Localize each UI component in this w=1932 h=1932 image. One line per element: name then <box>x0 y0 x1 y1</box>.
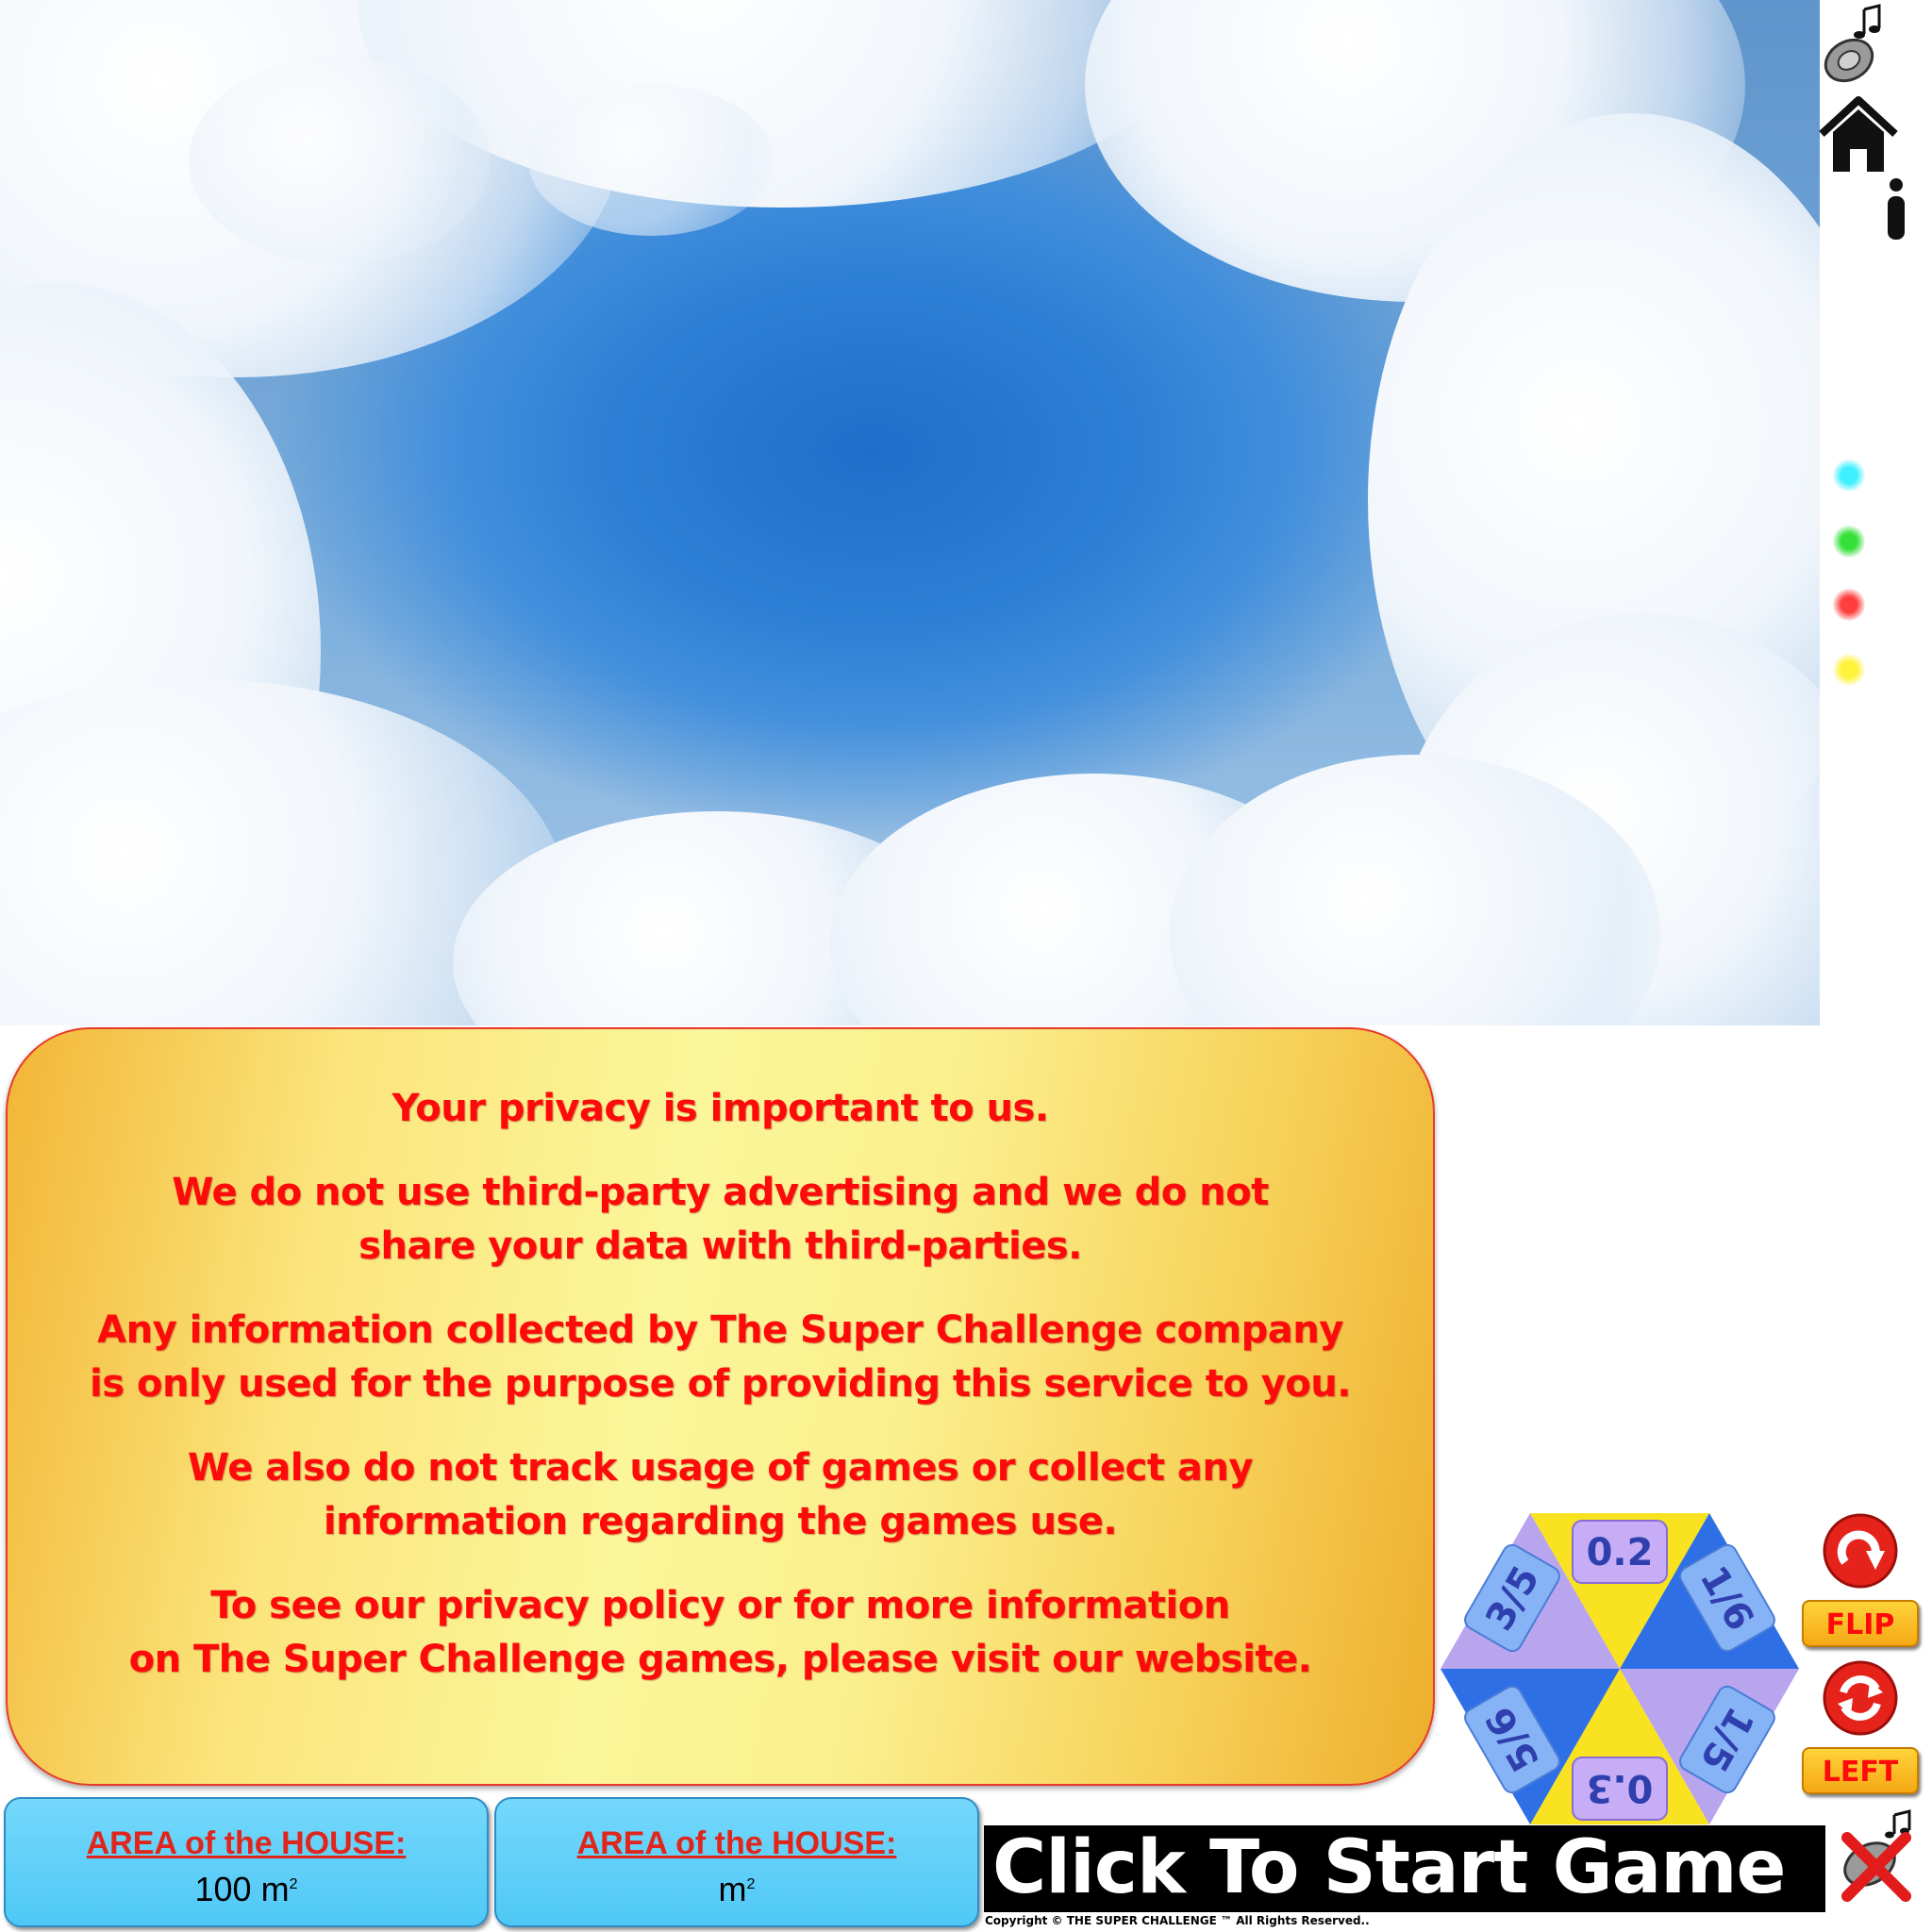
area-label: AREA of the HOUSE: <box>576 1825 897 1861</box>
privacy-paragraph-5: To see our privacy policy or for more in… <box>128 1583 1312 1681</box>
area-unit-power: 2 <box>746 1876 756 1892</box>
status-dot-green <box>1833 525 1865 558</box>
status-dot-red <box>1833 589 1865 621</box>
privacy-paragraph-3: Any information collected by The Super C… <box>90 1307 1351 1406</box>
home-icon[interactable] <box>1818 94 1899 175</box>
sky-background <box>0 0 1820 1025</box>
status-dot-cyan <box>1833 459 1865 491</box>
music-speaker-icon[interactable] <box>1821 2 1896 89</box>
area-value: 100 m2 <box>6 1870 487 1909</box>
area-unit-power: 2 <box>289 1876 298 1892</box>
spinner-tile-bottom: 0.3 <box>1572 1757 1668 1821</box>
rotate-left-icon[interactable] <box>1823 1660 1898 1736</box>
rotate-flip-icon[interactable] <box>1823 1513 1898 1589</box>
area-value: m2 <box>496 1870 977 1909</box>
spinner-tile-top: 0.2 <box>1572 1520 1668 1584</box>
area-box-1[interactable]: AREA of the HOUSE: 100 m2 <box>4 1797 489 1927</box>
flip-button[interactable]: FLIP <box>1802 1600 1919 1647</box>
privacy-panel: Your privacy is important to us. We do n… <box>6 1027 1435 1786</box>
status-dot-yellow <box>1833 654 1865 686</box>
area-number: 100 <box>194 1870 252 1908</box>
sound-off-icon[interactable] <box>1830 1809 1924 1904</box>
area-unit: m <box>718 1870 747 1908</box>
left-button[interactable]: LEFT <box>1802 1747 1919 1794</box>
copyright-text: Copyright © THE SUPER CHALLENGE ™ All Ri… <box>985 1914 1370 1927</box>
area-label: AREA of the HOUSE: <box>86 1825 407 1861</box>
svg-text:0.3: 0.3 <box>1587 1766 1654 1809</box>
privacy-paragraph-1: Your privacy is important to us. <box>391 1086 1049 1130</box>
privacy-paragraph-4: We also do not track usage of games or c… <box>188 1445 1253 1543</box>
info-icon[interactable] <box>1883 177 1909 240</box>
fraction-spinner[interactable]: 0.2 1/6 1/5 0.3 5/6 3/5 <box>1441 1513 1799 1824</box>
area-unit: m <box>260 1870 290 1908</box>
area-box-2[interactable]: AREA of the HOUSE: m2 <box>494 1797 979 1927</box>
start-game-button[interactable]: Click To Start Game <box>992 1823 1823 1913</box>
svg-text:0.2: 0.2 <box>1587 1531 1654 1574</box>
privacy-paragraph-2: We do not use third-party advertising an… <box>172 1170 1269 1268</box>
